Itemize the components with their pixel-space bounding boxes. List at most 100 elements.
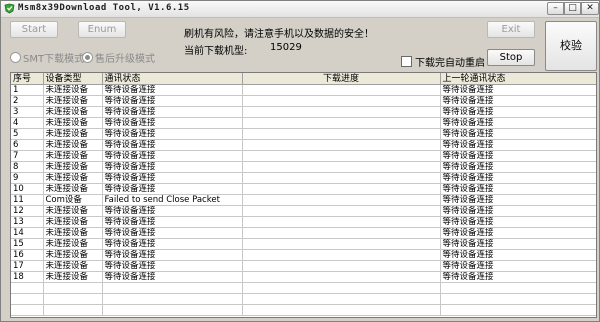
radio-aftersale-icon bbox=[82, 52, 93, 63]
empty-cell bbox=[43, 282, 103, 294]
table-row[interactable]: 7 未连接设备 等待设备连接 等待设备连接 bbox=[11, 150, 596, 162]
table-row[interactable]: 2 未连接设备 等待设备连接 等待设备连接 bbox=[11, 95, 596, 107]
cell-device-type: 未连接设备 bbox=[43, 106, 103, 118]
cell-comm-status: 等待设备连接 bbox=[102, 150, 243, 162]
cell-last-status: 等待设备连接 bbox=[440, 161, 596, 173]
cell-last-status: 等待设备连接 bbox=[440, 84, 596, 96]
cell-last-status: 等待设备连接 bbox=[440, 194, 596, 206]
cell-device-type: 未连接设备 bbox=[43, 238, 103, 250]
app-icon bbox=[4, 3, 15, 14]
table-row[interactable]: 9 未连接设备 等待设备连接 等待设备连接 bbox=[11, 172, 596, 184]
main-window: Msm8x39Download Tool, V1.6.15 – □ ✕ Star… bbox=[0, 0, 600, 322]
auto-restart-label: 下载完自动重启 bbox=[415, 58, 485, 69]
table-row[interactable]: 11 Com设备 Failed to send Close Packet 等待设备连接 bbox=[11, 194, 596, 206]
empty-cell bbox=[242, 304, 441, 316]
table-row[interactable]: 5 未连接设备 等待设备连接 等待设备连接 bbox=[11, 128, 596, 140]
empty-cell bbox=[102, 304, 243, 316]
table-row[interactable]: 1 未连接设备 等待设备连接 等待设备连接 bbox=[11, 84, 596, 96]
cell-last-status: 等待设备连接 bbox=[440, 150, 596, 162]
radio-smt-label: SMT下载模式 bbox=[23, 54, 85, 65]
header-index[interactable]: 序号 bbox=[11, 73, 44, 85]
cell-comm-status: Failed to send Close Packet bbox=[102, 194, 243, 206]
cell-index: 1 bbox=[11, 84, 44, 96]
title-bar[interactable]: Msm8x39Download Tool, V1.6.15 – □ ✕ bbox=[1, 1, 599, 18]
auto-restart-checkbox[interactable]: 下载完自动重启 bbox=[401, 54, 485, 69]
cell-index: 17 bbox=[11, 260, 44, 272]
exit-button[interactable]: Exit bbox=[487, 21, 535, 38]
stop-button[interactable]: Stop bbox=[487, 49, 535, 66]
enum-button[interactable]: Enum bbox=[78, 21, 126, 38]
cell-progress bbox=[242, 128, 441, 140]
radio-smt-mode[interactable]: SMT下载模式 bbox=[10, 50, 84, 65]
table-row[interactable]: 15 未连接设备 等待设备连接 等待设备连接 bbox=[11, 238, 596, 250]
table-row[interactable]: 10 未连接设备 等待设备连接 等待设备连接 bbox=[11, 183, 596, 195]
cell-progress bbox=[242, 161, 441, 173]
empty-row bbox=[11, 304, 596, 316]
device-table[interactable]: 序号 设备类型 通讯状态 下载进度 上一轮通讯状态 1 未连接设备 等待设备连接 等待… bbox=[10, 72, 597, 318]
close-button[interactable]: ✕ bbox=[581, 2, 599, 15]
cell-index: 13 bbox=[11, 216, 44, 228]
table-row[interactable]: 6 未连接设备 等待设备连接 等待设备连接 bbox=[11, 139, 596, 151]
header-progress[interactable]: 下载进度 bbox=[242, 73, 441, 85]
empty-cell bbox=[102, 282, 243, 294]
empty-row bbox=[11, 282, 596, 294]
cell-device-type: 未连接设备 bbox=[43, 150, 103, 162]
cell-device-type: 未连接设备 bbox=[43, 84, 103, 96]
cell-progress bbox=[242, 249, 441, 261]
cell-index: 9 bbox=[11, 172, 44, 184]
start-button[interactable]: Start bbox=[10, 21, 58, 38]
radio-aftersale-label: 售后升级模式 bbox=[95, 54, 155, 65]
cell-last-status: 等待设备连接 bbox=[440, 106, 596, 118]
cell-index: 18 bbox=[11, 271, 44, 283]
cell-device-type: 未连接设备 bbox=[43, 260, 103, 272]
device-grid: 序号 设备类型 通讯状态 下载进度 上一轮通讯状态 1 未连接设备 等待设备连接 等待… bbox=[11, 73, 596, 316]
cell-device-type: 未连接设备 bbox=[43, 216, 103, 228]
cell-progress bbox=[242, 172, 441, 184]
cell-progress bbox=[242, 227, 441, 239]
table-row[interactable]: 17 未连接设备 等待设备连接 等待设备连接 bbox=[11, 260, 596, 272]
cell-device-type: 未连接设备 bbox=[43, 183, 103, 195]
cell-last-status: 等待设备连接 bbox=[440, 271, 596, 283]
header-comm-status[interactable]: 通讯状态 bbox=[102, 73, 243, 85]
table-row[interactable]: 3 未连接设备 等待设备连接 等待设备连接 bbox=[11, 106, 596, 118]
cell-last-status: 等待设备连接 bbox=[440, 227, 596, 239]
table-row[interactable]: 8 未连接设备 等待设备连接 等待设备连接 bbox=[11, 161, 596, 173]
cell-last-status: 等待设备连接 bbox=[440, 260, 596, 272]
cell-progress bbox=[242, 194, 441, 206]
minimize-button[interactable]: – bbox=[547, 2, 564, 15]
cell-comm-status: 等待设备连接 bbox=[102, 84, 243, 96]
cell-last-status: 等待设备连接 bbox=[440, 249, 596, 261]
cell-last-status: 等待设备连接 bbox=[440, 172, 596, 184]
table-row[interactable]: 14 未连接设备 等待设备连接 等待设备连接 bbox=[11, 227, 596, 239]
table-row[interactable]: 4 未连接设备 等待设备连接 等待设备连接 bbox=[11, 117, 596, 129]
header-last-status[interactable]: 上一轮通讯状态 bbox=[440, 73, 596, 85]
cell-comm-status: 等待设备连接 bbox=[102, 95, 243, 107]
cell-progress bbox=[242, 150, 441, 162]
table-row[interactable]: 13 未连接设备 等待设备连接 等待设备连接 bbox=[11, 216, 596, 228]
table-row[interactable]: 12 未连接设备 等待设备连接 等待设备连接 bbox=[11, 205, 596, 217]
verify-button[interactable]: 校验 bbox=[545, 21, 597, 71]
cell-progress bbox=[242, 205, 441, 217]
empty-cell bbox=[242, 293, 441, 305]
cell-index: 15 bbox=[11, 238, 44, 250]
cell-comm-status: 等待设备连接 bbox=[102, 260, 243, 272]
table-row[interactable]: 18 未连接设备 等待设备连接 等待设备连接 bbox=[11, 271, 596, 283]
cell-last-status: 等待设备连接 bbox=[440, 183, 596, 195]
empty-cell bbox=[43, 304, 103, 316]
risk-notice: 刷机有风险，请注意手机以及数据的安全！ bbox=[184, 29, 374, 40]
cell-index: 4 bbox=[11, 117, 44, 129]
cell-comm-status: 等待设备连接 bbox=[102, 227, 243, 239]
cell-progress bbox=[242, 117, 441, 129]
cell-last-status: 等待设备连接 bbox=[440, 128, 596, 140]
maximize-button[interactable]: □ bbox=[564, 2, 581, 15]
cell-progress bbox=[242, 84, 441, 96]
cell-comm-status: 等待设备连接 bbox=[102, 128, 243, 140]
cell-comm-status: 等待设备连接 bbox=[102, 183, 243, 195]
cell-last-status: 等待设备连接 bbox=[440, 117, 596, 129]
cell-comm-status: 等待设备连接 bbox=[102, 161, 243, 173]
empty-cell bbox=[11, 293, 44, 305]
radio-aftersale-mode[interactable]: 售后升级模式 bbox=[82, 50, 155, 65]
cell-index: 16 bbox=[11, 249, 44, 261]
table-row[interactable]: 16 未连接设备 等待设备连接 等待设备连接 bbox=[11, 249, 596, 261]
header-device-type[interactable]: 设备类型 bbox=[43, 73, 103, 85]
